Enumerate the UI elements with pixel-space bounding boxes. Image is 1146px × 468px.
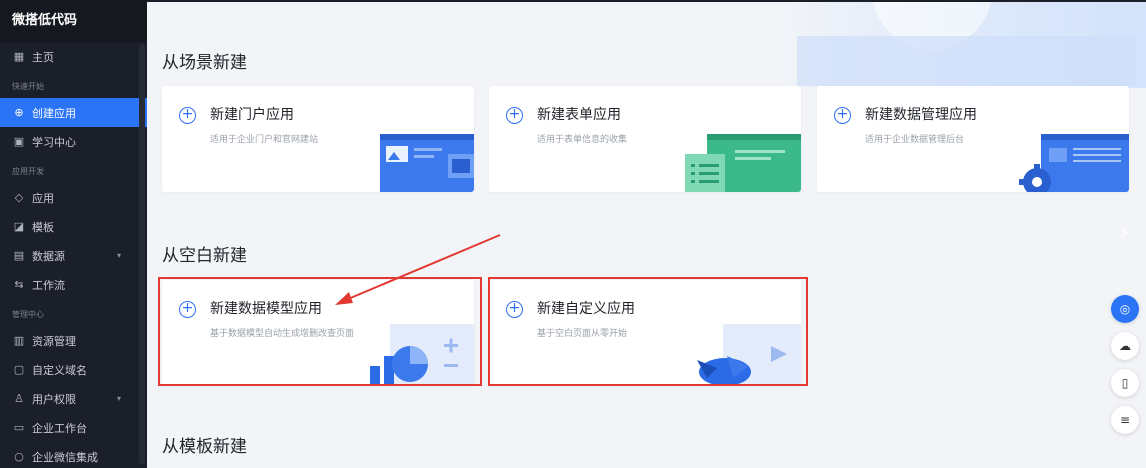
cloud-icon[interactable]: ☁ — [1111, 332, 1139, 360]
flow-icon: ⇆ — [14, 278, 24, 291]
right-rail: ◎ ☁ ▯ ≡ — [1111, 295, 1139, 443]
book-open-icon[interactable]: ▯ — [1111, 369, 1139, 397]
highlight-box-custom — [488, 277, 808, 386]
sidebar-item-resources[interactable]: ▥ 资源管理 — [0, 326, 147, 355]
plus-circle-icon: ⊕ — [14, 106, 24, 119]
chevron-down-icon: ▾ — [116, 394, 121, 403]
sidebar-item-workflow[interactable]: ⇆ 工作流 — [0, 270, 147, 299]
user-icon: ♙ — [14, 392, 24, 405]
sidebar: 微搭低代码 ▦ 主页 快速开始 ⊕ 创建应用 ▣ 学习中心 应用开发 ◇ 应用 … — [0, 0, 147, 468]
form-illustration — [685, 134, 801, 192]
plus-circle-icon: + — [179, 107, 196, 124]
sidebar-item-templates[interactable]: ◪ 模板 — [0, 212, 147, 241]
database-icon: ▤ — [13, 249, 25, 262]
group-label-manage: 管理中心 — [12, 310, 44, 319]
sidebar-item-label: 用户权限 — [32, 392, 76, 406]
sidebar-item-learn[interactable]: ▣ 学习中心 — [0, 127, 147, 156]
headset-icon[interactable]: ◎ — [1111, 295, 1139, 323]
chevron-down-icon: ▾ — [116, 251, 121, 260]
card-title: 新建表单应用 — [537, 107, 621, 123]
sidebar-item-domain[interactable]: ▢ 自定义域名 — [0, 355, 147, 384]
template-icon: ◪ — [13, 220, 25, 233]
sidebar-item-workbench[interactable]: ▭ 企业工作台 — [0, 413, 147, 442]
brand-logo: 微搭低代码 — [0, 0, 147, 42]
card-form-app[interactable]: + 新建表单应用 适用于表单信息的收集 — [489, 86, 801, 192]
header-decoration — [777, 0, 1146, 88]
data-management-illustration — [1019, 134, 1129, 192]
group-label-quick: 快速开始 — [12, 82, 44, 91]
plus-circle-icon: + — [834, 107, 851, 124]
sidebar-item-apps[interactable]: ◇ 应用 — [0, 183, 147, 212]
sidebar-item-label: 数据源 — [32, 249, 65, 263]
sidebar-item-label: 资源管理 — [32, 334, 76, 348]
annotation-arrow — [335, 234, 501, 305]
group-label-dev: 应用开发 — [12, 167, 44, 176]
card-portal-app[interactable]: + 新建门户应用 适用于企业门户和官网建站 — [162, 86, 474, 192]
sidebar-item-label: 学习中心 — [32, 135, 76, 149]
sidebar-item-label: 企业工作台 — [32, 421, 87, 435]
chevron-right-icon[interactable]: › — [1120, 220, 1129, 245]
portal-illustration — [380, 134, 474, 192]
card-title: 新建门户应用 — [210, 107, 294, 123]
resource-icon: ▥ — [13, 334, 25, 347]
sidebar-scrollbar[interactable] — [139, 44, 145, 464]
sidebar-item-label: 工作流 — [32, 278, 65, 292]
section-title-blank: 从空白新建 — [162, 246, 247, 266]
plus-circle-icon: + — [506, 107, 523, 124]
domain-icon: ▢ — [13, 363, 25, 376]
sidebar-item-label: 企业微信集成 — [32, 450, 98, 464]
sidebar-item-datasource[interactable]: ▤ 数据源 ▾ — [0, 241, 147, 270]
section-title-scene: 从场景新建 — [162, 53, 247, 73]
sidebar-item-wecom[interactable]: ○ 企业微信集成 — [0, 442, 147, 468]
sidebar-item-permissions[interactable]: ♙ 用户权限 ▾ — [0, 384, 147, 413]
grid-icon: ▦ — [13, 50, 25, 63]
card-data-management-app[interactable]: + 新建数据管理应用 适用于企业数据管理后台 — [817, 86, 1129, 192]
layers-icon: ◇ — [14, 191, 24, 204]
sidebar-item-label: 应用 — [32, 191, 54, 205]
card-title: 新建数据管理应用 — [865, 107, 977, 123]
sidebar-item-label: 主页 — [32, 50, 54, 64]
workbench-icon: ▭ — [13, 421, 25, 434]
sidebar-item-label: 自定义域名 — [32, 363, 87, 377]
sidebar-item-home[interactable]: ▦ 主页 — [0, 42, 147, 71]
sidebar-item-label: 创建应用 — [32, 106, 76, 120]
sidebar-item-create-app[interactable]: ⊕ 创建应用 — [0, 98, 147, 127]
card-desc: 适用于企业数据管理后台 — [865, 135, 965, 145]
card-desc: 适用于表单信息的收集 — [537, 135, 628, 145]
list-icon[interactable]: ≡ — [1111, 406, 1139, 434]
wecom-icon: ○ — [14, 450, 24, 463]
section-title-template: 从模板新建 — [162, 437, 247, 457]
card-desc: 适用于企业门户和官网建站 — [210, 135, 319, 145]
main-content: 从场景新建 + 新建门户应用 适用于企业门户和官网建站 + 新建表单应用 适用于… — [147, 0, 1146, 468]
book-icon: ▣ — [13, 135, 25, 148]
sidebar-item-label: 模板 — [32, 220, 54, 234]
